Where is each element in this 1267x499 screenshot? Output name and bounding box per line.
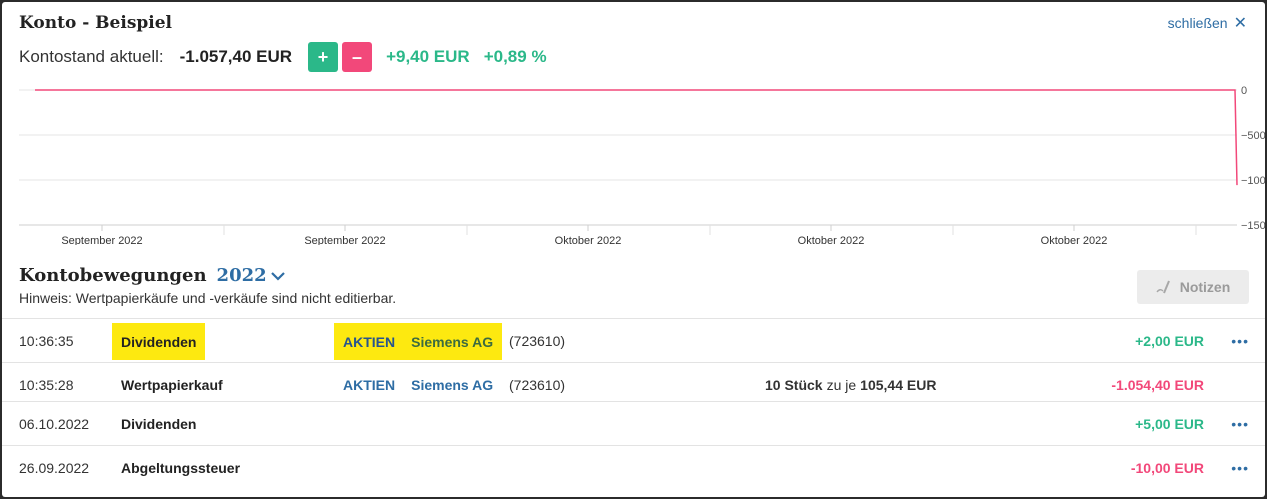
y-tick-label: 0 [1241, 85, 1247, 97]
movement-row[interactable]: 06.10.2022 Dividenden +5,00 EUR ••• [2, 401, 1265, 445]
row-amount: -10,00 EUR [1130, 459, 1204, 476]
change-absolute: +9,40 EUR [386, 47, 470, 66]
row-time: 06.10.2022 [19, 415, 90, 432]
withdraw-button[interactable]: – [342, 42, 373, 72]
row-category: AKTIEN [343, 376, 396, 393]
balance-value: -1.057,40 EUR [179, 47, 293, 66]
change-percent: +0,89 % [483, 47, 547, 66]
more-menu-icon[interactable]: ••• [1231, 319, 1249, 362]
notes-button[interactable]: Notizen [1137, 270, 1249, 304]
row-time: 26.09.2022 [19, 459, 90, 476]
close-button[interactable]: schließen ✕ [1168, 13, 1247, 33]
notes-label: Notizen [1179, 279, 1231, 295]
pen-icon [1156, 280, 1170, 294]
movement-row[interactable]: 26.09.2022 Abgeltungssteuer -10,00 EUR ••• [2, 445, 1265, 489]
y-tick-label: −500 [1241, 130, 1265, 142]
balance-bar: Kontostand aktuell: -1.057,40 EUR + – +9… [19, 42, 547, 72]
row-security-name: Siemens AG [411, 376, 494, 393]
row-security-name: Siemens AG [411, 333, 494, 350]
row-price: 105,44 EUR [860, 376, 937, 393]
close-label: schließen [1167, 15, 1228, 31]
row-security[interactable]: AKTIEN Siemens AG [334, 363, 502, 406]
row-amount: +5,00 EUR [1135, 415, 1204, 432]
movement-row[interactable]: 10:35:28 Wertpapierkauf AKTIEN Siemens AG (7… [2, 362, 1265, 406]
x-tick-label: Oktober 2022 [555, 235, 622, 245]
movements-title: Kontobewegungen [19, 265, 207, 286]
row-security[interactable]: AKTIEN Siemens AG [334, 323, 503, 360]
more-menu-icon[interactable]: ••• [1231, 402, 1249, 445]
balance-label: Kontostand aktuell: [19, 47, 164, 66]
year-value: 2022 [216, 265, 267, 286]
balance-line [35, 89, 1238, 186]
row-qty: 10 Stück [765, 376, 823, 393]
chevron-down-icon [270, 271, 285, 281]
row-time: 10:36:35 [19, 332, 74, 349]
dialog-title: Konto - Beispiel [19, 13, 173, 33]
x-tick-label: September 2022 [304, 235, 385, 245]
row-time: 10:35:28 [19, 376, 74, 393]
x-tick-label: Oktober 2022 [798, 235, 865, 245]
y-tick-label: −1000 [1241, 175, 1265, 187]
row-type: Dividenden [121, 415, 197, 432]
row-type: Dividenden [112, 323, 206, 360]
row-type: Abgeltungssteuer [121, 459, 241, 476]
row-amount: -1.054,40 EUR [1111, 376, 1204, 393]
balance-chart: 0 −500 −1000 −1500 September 2022 September 2… [19, 85, 1265, 245]
edit-hint: Hinweis: Wertpapierkäufe und -verkäufe s… [19, 290, 397, 306]
account-dialog: Konto - Beispiel schließen ✕ Kontostand … [2, 2, 1265, 497]
row-wkn: (723610) [509, 376, 566, 393]
row-qty-word: zu je [826, 376, 857, 393]
row-type: Wertpapierkauf [121, 376, 223, 393]
movements-heading: Kontobewegungen 2022 [19, 265, 285, 286]
y-tick-label: −1500 [1241, 220, 1265, 232]
deposit-button[interactable]: + [308, 42, 339, 72]
row-quantity: 10 Stück zu je 105,44 EUR [765, 363, 936, 406]
movement-row[interactable]: 10:36:35 Dividenden AKTIEN Siemens AG (72361… [2, 318, 1265, 362]
row-category: AKTIEN [343, 333, 396, 350]
row-amount: +2,00 EUR [1135, 332, 1204, 349]
x-tick-label: Oktober 2022 [1041, 235, 1108, 245]
close-icon: ✕ [1233, 15, 1247, 32]
year-selector[interactable]: 2022 [217, 265, 285, 286]
x-tick-label: September 2022 [61, 235, 142, 245]
row-wkn: (723610) [509, 332, 566, 349]
more-menu-icon[interactable]: ••• [1231, 446, 1249, 489]
